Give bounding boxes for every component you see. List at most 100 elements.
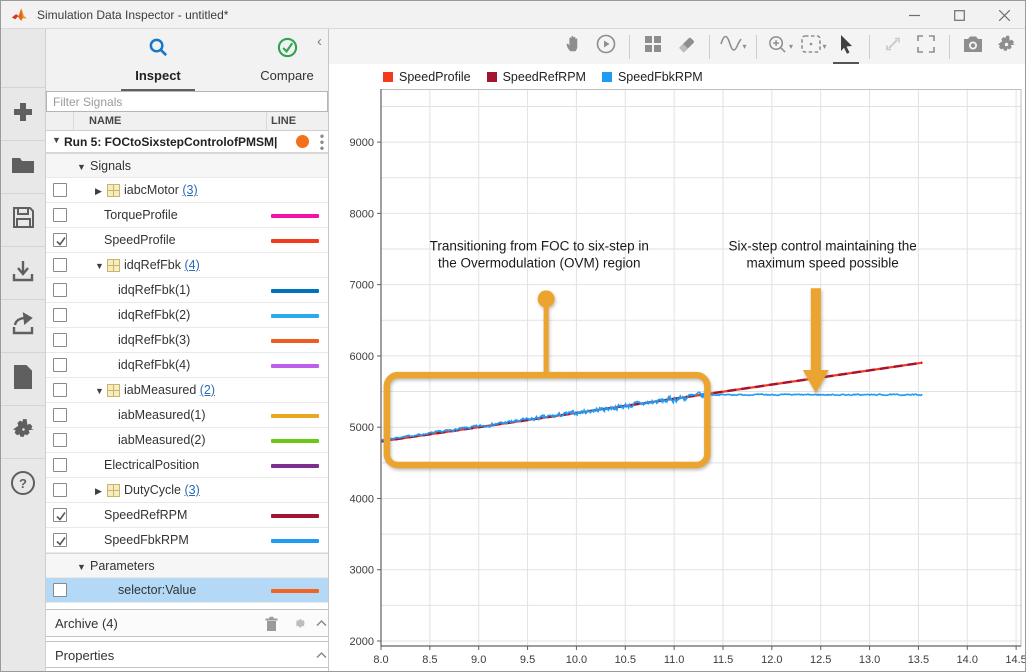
properties-bar[interactable]: Properties xyxy=(46,641,328,668)
collapse-archive-icon[interactable] xyxy=(316,619,327,627)
dropdown-caret-icon[interactable]: ▾ xyxy=(823,42,827,51)
tab-compare[interactable]: Compare xyxy=(232,37,342,83)
signal-checkbox[interactable] xyxy=(53,208,67,222)
signal-row-signals[interactable]: ▼Signals xyxy=(46,153,328,178)
annotation-pin-head[interactable] xyxy=(538,290,555,307)
zoom-in-button[interactable]: ▾ xyxy=(767,34,793,60)
snapshot-camera-button[interactable] xyxy=(960,34,986,60)
collapse-panel-icon[interactable]: ‹ xyxy=(317,35,322,49)
add-button[interactable] xyxy=(1,87,45,140)
signal-row-idqreffbk-3-[interactable]: idqRefFbk(3) xyxy=(46,328,328,353)
signal-checkbox[interactable] xyxy=(53,383,67,397)
signal-checkbox[interactable] xyxy=(53,283,67,297)
signal-checkbox[interactable] xyxy=(53,433,67,447)
line-style-swatch[interactable] xyxy=(271,239,319,243)
line-style-swatch[interactable] xyxy=(271,364,319,368)
help-button[interactable]: ? xyxy=(1,458,45,511)
line-style-swatch[interactable] xyxy=(271,589,319,593)
line-style-swatch[interactable] xyxy=(271,514,319,518)
signal-checkbox[interactable] xyxy=(53,258,67,272)
dropdown-caret-icon[interactable]: ▾ xyxy=(789,42,793,51)
line-style-swatch[interactable] xyxy=(271,289,319,293)
expand-collapse-icon[interactable]: ▼ xyxy=(77,162,86,172)
dropdown-caret-icon[interactable]: ▾ xyxy=(743,42,747,51)
signal-checkbox[interactable] xyxy=(53,533,67,547)
line-style-swatch[interactable] xyxy=(271,539,319,543)
trash-icon[interactable] xyxy=(264,616,279,632)
signal-checkbox[interactable] xyxy=(53,458,67,472)
signal-count-link[interactable]: (3) xyxy=(184,483,199,497)
collapse-properties-icon[interactable] xyxy=(316,651,327,659)
signal-row-torqueprofile[interactable]: TorqueProfile xyxy=(46,203,328,228)
signal-count-link[interactable]: (2) xyxy=(200,383,215,397)
run-row[interactable]: ▼ Run 5: FOCtoSixstepControlofPMSM| ••• xyxy=(46,131,328,153)
line-style-swatch[interactable] xyxy=(271,464,319,468)
signal-row-iabcmotor[interactable]: ▶iabcMotor (3) xyxy=(46,178,328,203)
minimize-button[interactable] xyxy=(892,1,937,29)
archive-bar[interactable]: Archive (4) xyxy=(46,609,328,637)
signal-checkbox[interactable] xyxy=(53,508,67,522)
legend-item-speedprofile[interactable]: SpeedProfile xyxy=(383,70,471,84)
archive-settings-gear-icon[interactable] xyxy=(292,616,307,631)
collapse-run-icon[interactable]: ▼ xyxy=(52,135,61,145)
signal-row-speedprofile[interactable]: SpeedProfile xyxy=(46,228,328,253)
expand-collapse-icon[interactable]: ▼ xyxy=(95,261,104,271)
signal-checkbox[interactable] xyxy=(53,333,67,347)
signal-count-link[interactable]: (4) xyxy=(184,258,199,272)
line-style-swatch[interactable] xyxy=(271,314,319,318)
signal-row-idqreffbk-4-[interactable]: idqRefFbk(4) xyxy=(46,353,328,378)
zoom-region-button[interactable]: ▾ xyxy=(800,34,826,60)
signal-row-speedrefrpm[interactable]: SpeedRefRPM xyxy=(46,503,328,528)
signal-row-idqreffbk-1-[interactable]: idqRefFbk(1) xyxy=(46,278,328,303)
fit-to-view-button[interactable] xyxy=(880,34,906,60)
pan-hand-button[interactable] xyxy=(560,34,586,60)
signal-checkbox[interactable] xyxy=(53,358,67,372)
preferences-button[interactable] xyxy=(1,405,45,458)
signal-checkbox[interactable] xyxy=(53,233,67,247)
save-button[interactable] xyxy=(1,193,45,246)
open-folder-button[interactable] xyxy=(1,140,45,193)
signal-row-parameters[interactable]: ▼Parameters xyxy=(46,553,328,578)
signal-row-idqreffbk[interactable]: ▼idqRefFbk (4) xyxy=(46,253,328,278)
signal-row-electricalposition[interactable]: ElectricalPosition xyxy=(46,453,328,478)
signal-row-selector-value[interactable]: selector:Value xyxy=(46,578,328,603)
signal-checkbox[interactable] xyxy=(53,408,67,422)
expand-collapse-icon[interactable]: ▼ xyxy=(95,386,104,396)
export-button[interactable] xyxy=(1,299,45,352)
line-style-swatch[interactable] xyxy=(271,414,319,418)
plot-area[interactable]: 8.08.59.09.510.010.511.011.512.012.513.0… xyxy=(329,89,1026,672)
expand-collapse-icon[interactable]: ▼ xyxy=(77,562,86,572)
maximize-button[interactable] xyxy=(937,1,982,29)
filter-signals-input[interactable] xyxy=(46,91,328,112)
signal-count-link[interactable]: (3) xyxy=(182,183,197,197)
import-button[interactable] xyxy=(1,246,45,299)
signal-row-dutycycle[interactable]: ▶DutyCycle (3) xyxy=(46,478,328,503)
signal-checkbox[interactable] xyxy=(53,183,67,197)
legend-item-speedrefrpm[interactable]: SpeedRefRPM xyxy=(487,70,586,84)
expand--icon[interactable]: ▶ xyxy=(95,186,102,196)
signal-row-speedfbkrpm[interactable]: SpeedFbkRPM xyxy=(46,528,328,553)
legend-item-speedfbkrpm[interactable]: SpeedFbkRPM xyxy=(602,70,703,84)
tab-inspect[interactable]: Inspect xyxy=(103,37,213,83)
eraser-button[interactable] xyxy=(673,34,699,60)
signal-checkbox[interactable] xyxy=(53,308,67,322)
line-style-swatch[interactable] xyxy=(271,439,319,443)
signal-row-iabmeasured[interactable]: ▼iabMeasured (2) xyxy=(46,378,328,403)
signal-row-iabmeasured-2-[interactable]: iabMeasured(2) xyxy=(46,428,328,453)
replay-button[interactable] xyxy=(593,34,619,60)
signal-row-iabmeasured-1-[interactable]: iabMeasured(1) xyxy=(46,403,328,428)
expand--icon[interactable]: ▶ xyxy=(95,486,102,496)
report-button[interactable] xyxy=(1,352,45,405)
fullscreen-button[interactable] xyxy=(913,34,939,60)
line-style-swatch[interactable] xyxy=(271,339,319,343)
signal-wave-button[interactable]: ▾ xyxy=(720,34,746,60)
line-style-swatch[interactable] xyxy=(271,214,319,218)
cursor-arrow-button[interactable] xyxy=(833,34,859,60)
run-menu-icon[interactable]: ••• xyxy=(317,133,327,151)
signal-checkbox[interactable] xyxy=(53,583,67,597)
close-button[interactable] xyxy=(982,1,1026,29)
subplot-layout-button[interactable] xyxy=(640,34,666,60)
signal-checkbox[interactable] xyxy=(53,483,67,497)
signal-row-idqreffbk-2-[interactable]: idqRefFbk(2) xyxy=(46,303,328,328)
settings-gear-button[interactable] xyxy=(993,34,1019,60)
